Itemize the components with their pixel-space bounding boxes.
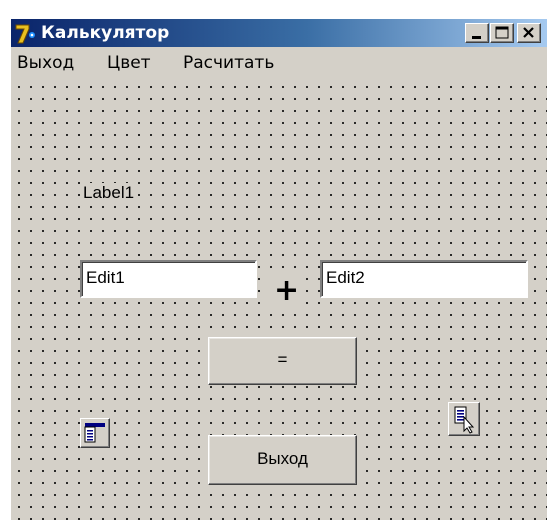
app-icon xyxy=(15,24,35,44)
main-menu-component-icon xyxy=(84,423,105,443)
plus-operator: + xyxy=(270,274,304,308)
menu-item-calculate[interactable]: Расчитать xyxy=(183,53,274,73)
label1: Label1 xyxy=(81,183,137,203)
calculator-window: Калькулятор Выход Цвет Расчитать Label1 … xyxy=(10,18,547,520)
form-design-area: Label1 Edit1 + Edit2 = Выход xyxy=(11,79,547,520)
minimize-button[interactable] xyxy=(465,23,489,43)
menu-item-exit[interactable]: Выход xyxy=(17,53,74,73)
minimize-icon xyxy=(472,36,481,39)
title-bar[interactable]: Калькулятор xyxy=(11,19,547,47)
popup-menu-component[interactable] xyxy=(448,402,480,436)
edit2-input[interactable]: Edit2 xyxy=(320,260,528,298)
maximize-button[interactable] xyxy=(490,23,514,43)
close-icon xyxy=(523,27,534,38)
menu-item-color[interactable]: Цвет xyxy=(107,53,151,73)
edit1-input[interactable]: Edit1 xyxy=(80,260,257,298)
window-title: Калькулятор xyxy=(41,23,170,43)
menu-bar: Выход Цвет Расчитать xyxy=(11,48,547,78)
main-menu-component[interactable] xyxy=(80,418,110,448)
maximize-icon xyxy=(495,26,509,39)
close-button[interactable] xyxy=(517,23,541,43)
exit-button[interactable]: Выход xyxy=(208,435,357,485)
popup-menu-component-icon xyxy=(454,406,475,434)
equals-button[interactable]: = xyxy=(208,337,357,385)
